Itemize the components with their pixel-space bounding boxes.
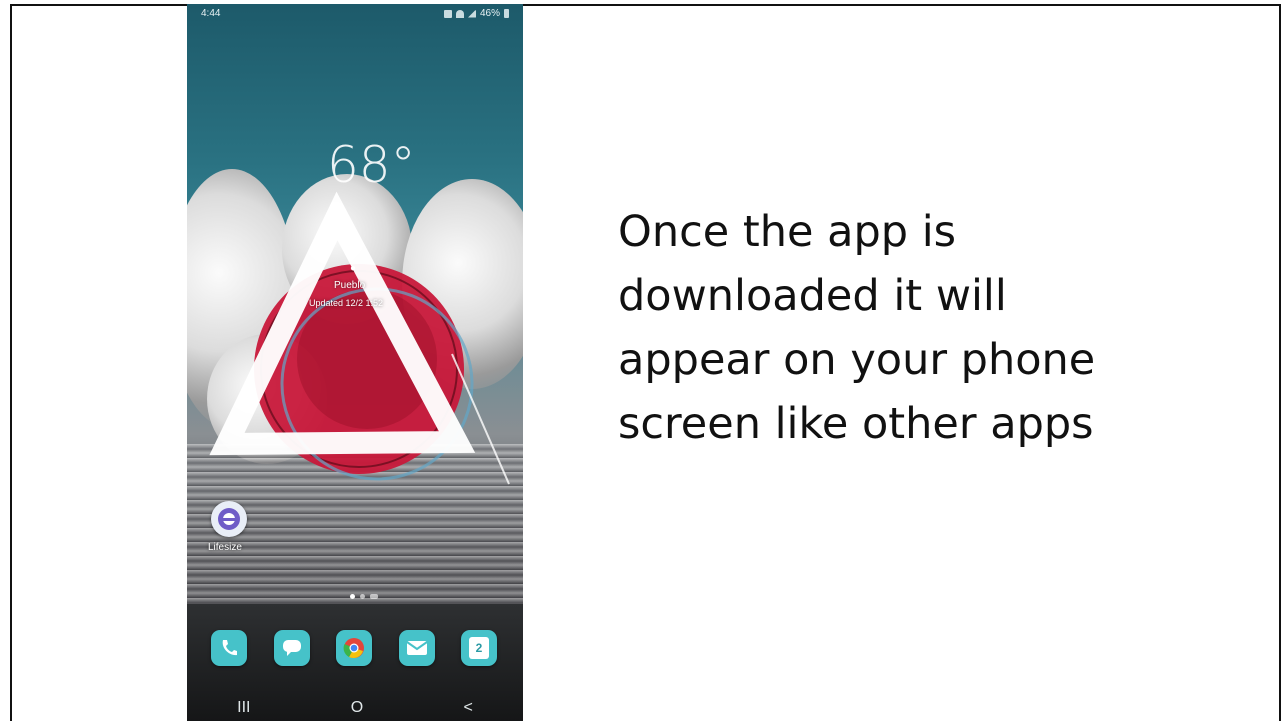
calendar-icon: 2 [469,637,489,659]
lifesize-app-icon[interactable] [211,501,247,537]
slide-caption: Once the app is downloaded it will appea… [618,207,1096,449]
lifesize-app-label[interactable]: Lifesize [208,542,242,553]
page-dot [360,594,365,599]
messages-app-icon[interactable] [274,630,310,666]
wallpaper-graphic [209,191,510,485]
email-app-icon[interactable] [399,630,435,666]
page-indicator [350,594,378,599]
chrome-app-icon[interactable] [336,630,372,666]
lifesize-logo-icon [218,508,240,530]
phone-icon [222,640,237,656]
page-dot [350,594,355,599]
chrome-icon [343,638,364,659]
weather-updated-time: Updated 12/2 1:52 [309,298,384,308]
navigation-bar: III O < [187,694,523,721]
messages-icon [283,640,301,656]
calendar-app-icon[interactable]: 2 [461,630,497,666]
email-icon [406,641,428,655]
phone-screenshot: 4:44 46% 68° ● Pueblo Updated 12/2 1:52 … [187,4,523,721]
weather-temperature[interactable]: 68° [327,136,416,194]
location-pin-icon: ● [350,263,357,274]
home-button[interactable]: O [351,699,363,717]
recents-button[interactable]: III [237,699,250,717]
weather-location[interactable]: Pueblo [334,280,365,291]
calendar-date: 2 [475,641,483,655]
page-dot [370,594,378,599]
back-button[interactable]: < [464,699,473,717]
phone-app-icon[interactable] [211,630,247,666]
